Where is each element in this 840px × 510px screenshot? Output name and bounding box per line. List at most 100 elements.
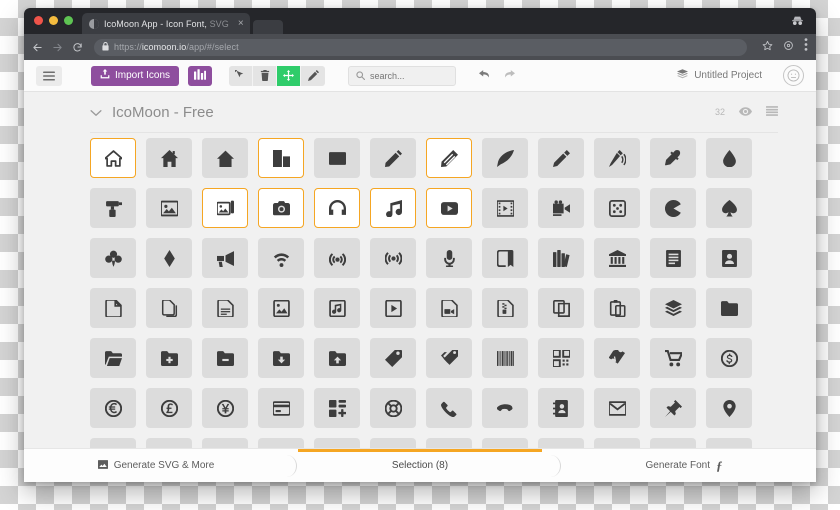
avatar[interactable] (783, 65, 804, 86)
delete-tool-button[interactable] (253, 65, 278, 86)
redo-button[interactable] (503, 67, 516, 85)
icon-cell-file-video[interactable] (426, 288, 472, 328)
icon-cell-image[interactable] (146, 188, 192, 228)
browser-menu-icon[interactable] (804, 38, 808, 56)
icon-cell-phone[interactable] (426, 388, 472, 428)
back-button[interactable] (32, 42, 43, 53)
icon-cell-paint-format[interactable] (90, 188, 136, 228)
icon-cell-copy[interactable] (538, 288, 584, 328)
icon-cell-calculator[interactable] (314, 388, 360, 428)
address-bar[interactable]: https://icomoon.io/app/#/select (94, 38, 747, 56)
icon-cell-home[interactable] (90, 138, 136, 178)
icon-set-title-row[interactable]: IcoMoon - Free (90, 104, 214, 121)
icon-cell-connection[interactable] (258, 238, 304, 278)
icon-cell-home3[interactable] (202, 138, 248, 178)
icon-cell-bullhorn[interactable] (202, 238, 248, 278)
icon-cell-paste[interactable] (594, 288, 640, 328)
chevron-down-icon[interactable] (90, 104, 102, 121)
icon-cell-pacman[interactable] (650, 188, 696, 228)
icon-cell-home2[interactable] (146, 138, 192, 178)
icon-cell-video-camera[interactable] (538, 188, 584, 228)
icon-cell-dice[interactable] (594, 188, 640, 228)
icon-cell-files-empty[interactable] (146, 288, 192, 328)
icon-cell-price-tags[interactable] (426, 338, 472, 378)
icon-cell-library[interactable] (594, 238, 640, 278)
maximize-window-button[interactable] (64, 16, 73, 25)
add-move-tool-button[interactable] (277, 65, 302, 86)
icon-cell-spades[interactable] (706, 188, 752, 228)
icon-cell-file-picture[interactable] (258, 288, 304, 328)
icon-cell-file-text[interactable] (650, 238, 696, 278)
icon-cell-lifebuoy[interactable] (370, 388, 416, 428)
icon-cell-books[interactable] (538, 238, 584, 278)
icon-cell-camera[interactable] (258, 188, 304, 228)
icon-cell-pen[interactable] (538, 138, 584, 178)
icon-grid-container[interactable] (90, 138, 778, 482)
icon-cell-headphones[interactable] (314, 188, 360, 228)
icon-cell-pushpin[interactable] (650, 388, 696, 428)
icon-cell-coin-pound[interactable] (146, 388, 192, 428)
icon-cell-coin-dollar[interactable] (706, 338, 752, 378)
tab-generate-font[interactable]: Generate Font ƒ (552, 449, 816, 482)
icon-library-button[interactable] (188, 65, 213, 86)
icon-cell-barcode[interactable] (482, 338, 528, 378)
icon-cell-pencil2[interactable] (426, 138, 472, 178)
icon-cell-file-music[interactable] (314, 288, 360, 328)
search-input[interactable] (370, 70, 449, 81)
tab-generate-svg[interactable]: Generate SVG & More (24, 449, 288, 482)
icon-cell-clubs[interactable] (90, 238, 136, 278)
icon-cell-newspaper[interactable] (314, 138, 360, 178)
icon-cell-quill[interactable] (482, 138, 528, 178)
edit-tool-button[interactable] (301, 65, 326, 86)
icon-cell-folder-upload[interactable] (314, 338, 360, 378)
icon-cell-book[interactable] (482, 238, 528, 278)
browser-tab[interactable]: IcoMoon App - Icon Font, SVG × (82, 13, 250, 34)
icon-cell-phone-hang-up[interactable] (482, 388, 528, 428)
icon-cell-coin-yen[interactable] (202, 388, 248, 428)
search-field[interactable] (348, 65, 457, 86)
select-tool-button[interactable] (229, 65, 254, 86)
icon-cell-price-tag[interactable] (370, 338, 416, 378)
extension-icon[interactable] (783, 38, 794, 56)
icon-cell-podcast[interactable] (314, 238, 360, 278)
eye-icon[interactable] (739, 103, 752, 121)
icon-cell-file-empty[interactable] (90, 288, 136, 328)
undo-button[interactable] (479, 67, 491, 85)
icon-cell-pencil[interactable] (370, 138, 416, 178)
icon-cell-images[interactable] (202, 188, 248, 228)
icon-cell-folder-plus[interactable] (146, 338, 192, 378)
icon-cell-credit-card[interactable] (258, 388, 304, 428)
new-tab-button[interactable] (252, 20, 283, 34)
list-view-icon[interactable] (766, 103, 778, 121)
icon-cell-office[interactable] (258, 138, 304, 178)
icon-cell-coin-euro[interactable] (90, 388, 136, 428)
close-window-button[interactable] (34, 16, 43, 25)
icon-cell-folder-open[interactable] (90, 338, 136, 378)
icon-cell-folder-minus[interactable] (202, 338, 248, 378)
bookmark-star-icon[interactable] (762, 38, 773, 56)
icon-cell-ticket[interactable] (594, 338, 640, 378)
icon-cell-address-book[interactable] (538, 388, 584, 428)
project-indicator[interactable]: Untitled Project (677, 69, 762, 82)
forward-button[interactable] (52, 42, 63, 53)
tab-selection[interactable]: Selection (8) (288, 449, 552, 482)
icon-cell-folder-download[interactable] (258, 338, 304, 378)
icon-cell-envelop[interactable] (594, 388, 640, 428)
window-controls[interactable] (34, 16, 73, 25)
icon-cell-file-text2[interactable] (202, 288, 248, 328)
minimize-window-button[interactable] (49, 16, 58, 25)
icon-cell-qrcode[interactable] (538, 338, 584, 378)
icon-cell-blog[interactable] (594, 138, 640, 178)
icon-cell-film[interactable] (482, 188, 528, 228)
icon-cell-stack[interactable] (650, 288, 696, 328)
icon-cell-location[interactable] (706, 388, 752, 428)
reload-button[interactable] (72, 42, 83, 53)
icon-cell-profile[interactable] (706, 238, 752, 278)
icon-cell-music[interactable] (370, 188, 416, 228)
icon-cell-file-play[interactable] (370, 288, 416, 328)
icon-cell-cart[interactable] (650, 338, 696, 378)
icon-cell-play[interactable] (426, 188, 472, 228)
icon-cell-feed[interactable] (370, 238, 416, 278)
close-tab-icon[interactable]: × (234, 18, 244, 29)
icon-cell-file-zip[interactable] (482, 288, 528, 328)
